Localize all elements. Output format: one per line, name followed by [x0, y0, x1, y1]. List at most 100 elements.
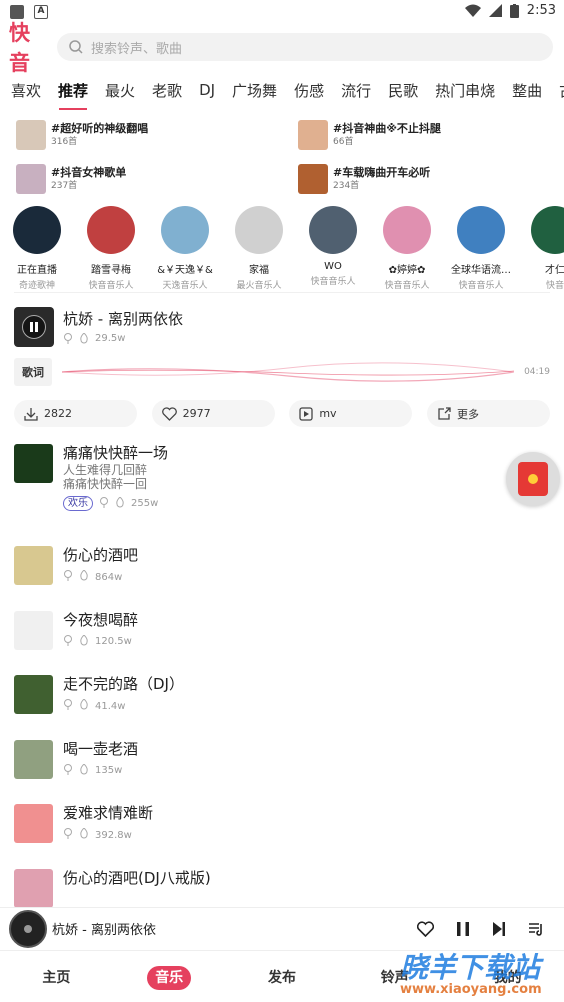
avatar: [161, 206, 209, 254]
more-button[interactable]: 更多: [426, 400, 550, 427]
song-cover[interactable]: [14, 675, 53, 714]
singer-subtitle: 天逸音乐人: [162, 281, 208, 290]
singer-item[interactable]: 全球华语流… 快音音乐人: [444, 206, 518, 290]
topic-item[interactable]: #抖音神曲※不止抖腿 66首: [298, 120, 564, 150]
watermark-url: www.xiaoyang.com: [400, 982, 542, 997]
tab-4[interactable]: DJ: [199, 81, 215, 99]
topic-item[interactable]: #抖音女神歌单 237首: [16, 164, 298, 194]
topic-item[interactable]: #车载嗨曲开车必听 234首: [298, 164, 564, 194]
signal-icon: [488, 4, 502, 17]
now-playing-cover[interactable]: [14, 307, 54, 347]
topic-item[interactable]: #超好听的神级翻唱 316首: [16, 120, 298, 150]
singer-item[interactable]: 踏雪寻梅 快音音乐人: [74, 206, 148, 290]
song-row[interactable]: 喝一壶老酒 135w: [14, 737, 550, 802]
song-title[interactable]: 痛痛快快醉一场: [63, 443, 168, 463]
song-row[interactable]: 爱难求情难断 392.8w: [14, 801, 550, 866]
song-row[interactable]: 走不完的路（DJ） 41.4w: [14, 672, 550, 737]
pause-icon[interactable]: [22, 315, 46, 339]
song-title[interactable]: 今夜想喝醉: [63, 610, 138, 630]
song-row[interactable]: 今夜想喝醉 120.5w: [14, 608, 550, 673]
heart-icon[interactable]: [417, 920, 434, 937]
song-cover[interactable]: [14, 546, 53, 585]
singer-subtitle: 快音音乐人: [384, 281, 430, 290]
mv-button[interactable]: mv: [289, 400, 413, 427]
singer-item[interactable]: &￥天逸￥& 天逸音乐人: [148, 206, 222, 290]
avatar: [87, 206, 135, 254]
song-cover[interactable]: [14, 444, 53, 483]
search-input[interactable]: 搜索铃声、歌曲: [57, 33, 553, 61]
fire-icon: [79, 569, 89, 584]
singer-item[interactable]: 正在直播 奇迹歌神: [0, 206, 74, 290]
red-packet-icon: [518, 462, 548, 496]
genre-tag[interactable]: 欢乐: [63, 496, 93, 511]
nav-item-2[interactable]: 发布: [226, 967, 339, 987]
red-packet-button[interactable]: [506, 452, 560, 506]
mini-player-title: 杭娇 - 离别两依依: [52, 923, 156, 938]
nav-item-0[interactable]: 主页: [0, 967, 113, 987]
watermark-text: 晓羊下载站: [400, 951, 541, 984]
song-cover[interactable]: [14, 610, 53, 650]
status-bar: A 2:53: [0, 0, 564, 24]
singer-icon: [63, 570, 73, 584]
tab-6[interactable]: 伤感: [294, 80, 324, 101]
tab-2[interactable]: 最火: [105, 80, 135, 101]
download-icon: [24, 407, 38, 421]
song-info: 痛痛快快醉一场 人生难得几回醉 痛痛快快醉一回 欢乐 255w: [63, 441, 168, 511]
app-logo: 快音: [9, 21, 30, 75]
duration: 04:19: [524, 367, 550, 377]
singer-item[interactable]: 家福 最火音乐人: [222, 206, 296, 290]
song-cover[interactable]: [14, 739, 53, 779]
topic-thumbnail: [298, 164, 328, 194]
singer-item[interactable]: 才仁 快音: [518, 206, 564, 290]
tab-3[interactable]: 老歌: [152, 80, 182, 101]
fire-icon: [80, 333, 88, 344]
album-disc: [9, 909, 47, 948]
lyrics-button[interactable]: 歌词: [14, 358, 52, 386]
song-info: 今夜想喝醉 120.5w: [63, 608, 138, 649]
singer-icon: [63, 634, 73, 649]
singer-icon: [64, 333, 72, 344]
tab-7[interactable]: 流行: [341, 80, 371, 101]
avatar: [531, 206, 564, 254]
topic-thumbnail: [298, 120, 328, 150]
play-count: 41.4w: [95, 700, 126, 712]
topic-thumbnail: [16, 164, 46, 194]
song-row[interactable]: 痛痛快快醉一场 人生难得几回醉 痛痛快快醉一回 欢乐 255w: [14, 441, 550, 543]
singer-name: 踏雪寻梅: [91, 265, 131, 276]
mini-player[interactable]: 杭娇 - 离别两依依: [0, 907, 564, 949]
song-title[interactable]: 伤心的酒吧: [63, 545, 138, 565]
tab-1[interactable]: 推荐: [58, 80, 88, 110]
search-icon: [69, 40, 83, 54]
playlist-icon[interactable]: [528, 921, 544, 937]
tab-8[interactable]: 民歌: [388, 80, 418, 101]
song-info: 爱难求情难断 392.8w: [63, 801, 153, 842]
song-title[interactable]: 伤心的酒吧(DJ八戒版): [63, 868, 211, 888]
singer-item[interactable]: ✿婷婷✿ 快音音乐人: [370, 206, 444, 290]
tab-0[interactable]: 喜欢: [11, 80, 41, 101]
fire-icon: [79, 633, 89, 649]
avatar: [309, 206, 357, 254]
next-icon[interactable]: [492, 921, 506, 937]
play-count: 255w: [131, 498, 159, 509]
pause-icon[interactable]: [456, 921, 470, 937]
topic-list: #超好听的神级翻唱 316首 #抖音神曲※不止抖腿 66首 #抖音女神歌单 237首 #车载…: [0, 110, 564, 194]
more-label: 更多: [456, 407, 479, 421]
a-notification-icon: A: [34, 5, 48, 19]
singer-item[interactable]: WO 快音音乐人: [296, 206, 370, 290]
tab-10[interactable]: 整曲: [512, 80, 542, 101]
like-button[interactable]: 2977: [151, 400, 275, 427]
now-playing-title[interactable]: 杭娇 - 离别两依依: [63, 308, 183, 329]
tab-5[interactable]: 广场舞: [232, 80, 277, 101]
song-title[interactable]: 走不完的路（DJ）: [63, 674, 184, 694]
download-button[interactable]: 2822: [14, 400, 137, 427]
song-title[interactable]: 喝一壶老酒: [63, 739, 138, 759]
tab-11[interactable]: 古风: [559, 80, 564, 101]
heart-icon: [161, 406, 177, 421]
song-cover[interactable]: [14, 804, 53, 843]
song-title[interactable]: 爱难求情难断: [63, 803, 153, 823]
tab-9[interactable]: 热门串烧: [435, 80, 495, 101]
topic-count: 237首: [51, 180, 78, 191]
song-cover[interactable]: [14, 868, 53, 908]
nav-item-1[interactable]: 音乐: [113, 965, 226, 990]
song-row[interactable]: 伤心的酒吧 864w: [14, 543, 550, 608]
